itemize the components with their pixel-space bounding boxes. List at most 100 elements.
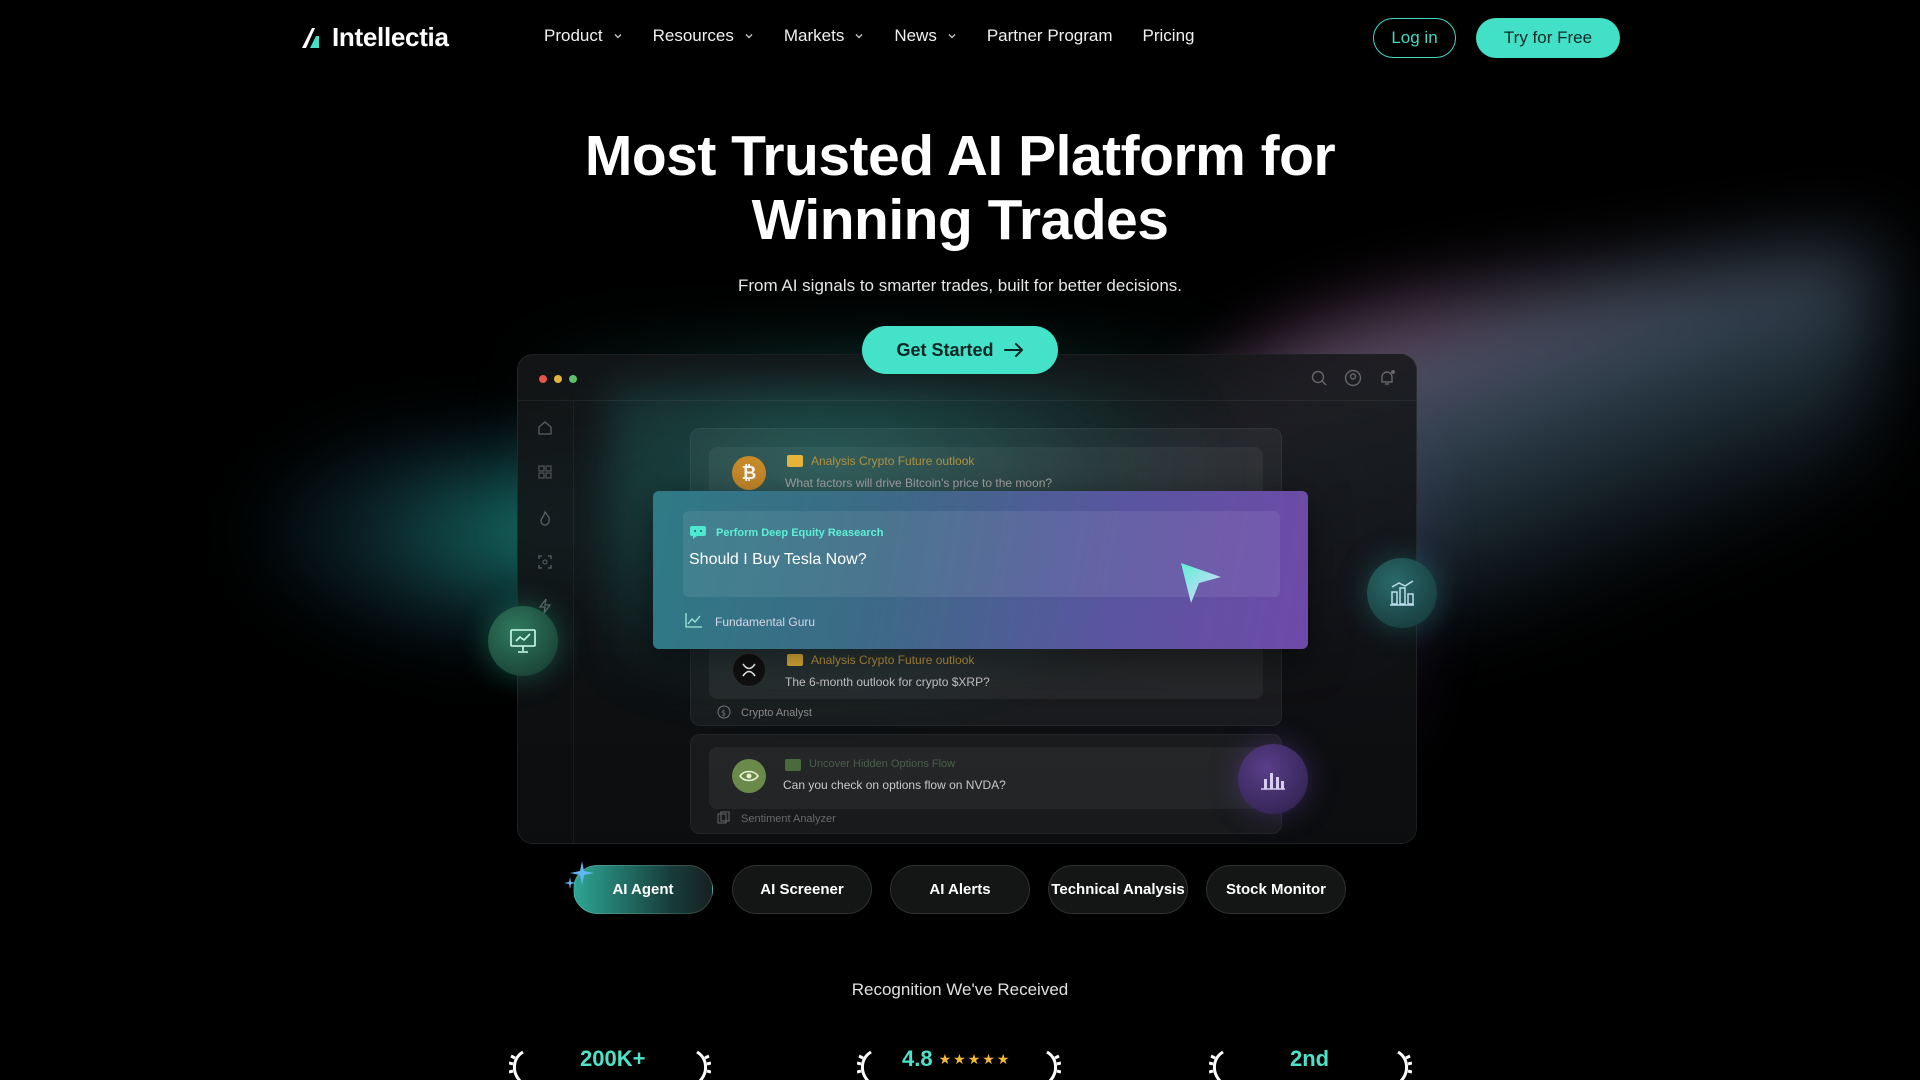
nav-label: Product xyxy=(544,26,603,45)
rating-stars: ★ ★ ★ ★ ★ xyxy=(939,1051,1010,1068)
chevron-down-icon xyxy=(614,34,622,39)
presentation-float-button[interactable] xyxy=(488,606,558,676)
star-icon: ★ xyxy=(938,1050,952,1067)
tab-label: Stock Monitor xyxy=(1226,881,1326,898)
chat-bubble-icon xyxy=(787,654,803,666)
main-nav: Product Resources Markets News Partner P… xyxy=(544,26,1224,46)
nav-resources[interactable]: Resources xyxy=(653,26,754,46)
chat-card-xrp[interactable]: Analysis Crypto Future outlook The 6-mon… xyxy=(690,640,1282,726)
award-value: 200K+ xyxy=(580,1046,646,1071)
card-tag: Analysis Crypto Future outlook xyxy=(811,653,975,667)
search-icon[interactable] xyxy=(1310,369,1328,387)
get-started-button[interactable]: Get Started xyxy=(862,326,1058,374)
site-header: Intellectia Product Resources Markets Ne… xyxy=(0,0,1920,76)
tab-label: AI Agent xyxy=(612,881,674,898)
tab-ai-alerts[interactable]: AI Alerts xyxy=(890,865,1030,914)
star-icon: ★ xyxy=(953,1050,966,1067)
scan-icon[interactable] xyxy=(536,553,554,571)
laurel-right-icon xyxy=(696,1050,711,1080)
chat-bubble-icon xyxy=(785,759,801,771)
award-users: 200K+ xyxy=(580,1046,645,1072)
tab-label: AI Alerts xyxy=(929,881,991,898)
tab-label: AI Screener xyxy=(760,881,844,898)
arrow-right-icon xyxy=(1003,343,1023,357)
star-icon: ★ xyxy=(982,1050,995,1067)
window-close-dot xyxy=(539,375,547,383)
card-question: Can you check on options flow on NVDA? xyxy=(783,778,1006,792)
chevron-down-icon xyxy=(745,34,753,39)
nav-label: Markets xyxy=(783,26,845,45)
card-question: The 6-month outlook for crypto $XRP? xyxy=(785,675,990,689)
nav-pricing[interactable]: Pricing xyxy=(1143,26,1195,46)
bitcoin-icon: ₿ xyxy=(732,456,766,490)
xrp-icon xyxy=(732,653,766,687)
card-footer: Crypto Analyst xyxy=(741,707,812,719)
user-icon[interactable] xyxy=(1344,369,1362,387)
card-tag: Uncover Hidden Options Flow xyxy=(809,758,956,770)
featured-chat-card[interactable]: Perform Deep Equity Reasearch Should I B… xyxy=(653,491,1308,649)
nav-label: Resources xyxy=(652,26,734,45)
chart-line-icon xyxy=(685,613,702,628)
hero-title: Most Trusted AI Platform for Winning Tra… xyxy=(0,124,1920,252)
window-maximize-dot xyxy=(569,375,577,383)
hero-title-line1: Most Trusted AI Platform for xyxy=(584,124,1336,188)
tab-technical-analysis[interactable]: Technical Analysis xyxy=(1048,865,1188,914)
laurel-left-icon xyxy=(1209,1050,1224,1080)
stats-float-button[interactable] xyxy=(1238,744,1308,814)
cursor-pointer-icon xyxy=(1181,563,1221,603)
hero-title-line2: Winning Trades xyxy=(751,188,1169,252)
chevron-down-icon xyxy=(948,34,956,39)
laurel-right-icon xyxy=(1046,1050,1061,1080)
chat-card-nvidia[interactable]: Uncover Hidden Options Flow Can you chec… xyxy=(690,734,1282,834)
get-started-label: Get Started xyxy=(896,339,994,360)
laurel-left-icon xyxy=(509,1050,524,1080)
copy-icon xyxy=(717,811,730,824)
star-icon: ★ xyxy=(996,1050,1010,1067)
nav-news[interactable]: News xyxy=(894,26,957,46)
award-rank: 2nd xyxy=(1290,1046,1329,1072)
nav-partner-program[interactable]: Partner Program xyxy=(987,26,1113,46)
brand-name: Intellectia xyxy=(332,22,449,52)
nvidia-icon xyxy=(732,759,766,793)
try-free-button[interactable]: Try for Free xyxy=(1476,18,1620,58)
column-chart-icon xyxy=(1261,773,1285,790)
star-icon: ★ xyxy=(967,1050,981,1067)
sparkle-icon xyxy=(564,861,594,889)
chat-bubble-icon xyxy=(787,455,803,467)
svg-text:$: $ xyxy=(721,709,726,718)
login-button[interactable]: Log in xyxy=(1373,18,1456,58)
logo-mark-icon xyxy=(302,27,319,48)
bell-icon[interactable] xyxy=(1378,369,1396,387)
coin-icon: $ xyxy=(717,705,731,719)
laurel-left-icon xyxy=(857,1050,872,1080)
card-question: What factors will drive Bitcoin's price … xyxy=(785,476,1053,490)
nav-label: Pricing xyxy=(1142,26,1195,45)
window-minimize-dot xyxy=(554,375,562,383)
hero-subtitle: From AI signals to smarter trades, built… xyxy=(737,276,1183,295)
nav-label: News xyxy=(894,26,937,45)
chevron-down-icon xyxy=(855,34,863,39)
nav-markets[interactable]: Markets xyxy=(784,26,864,46)
bar-chart-icon xyxy=(1390,580,1414,606)
logo[interactable]: Intellectia xyxy=(300,22,449,53)
laurel-right-icon xyxy=(1397,1050,1412,1080)
award-value: 2nd xyxy=(1290,1046,1330,1071)
tab-ai-screener[interactable]: AI Screener xyxy=(732,865,872,914)
nav-product[interactable]: Product xyxy=(544,26,623,46)
featured-footer: Fundamental Guru xyxy=(715,615,816,629)
grid-icon[interactable] xyxy=(536,463,554,481)
tab-stock-monitor[interactable]: Stock Monitor xyxy=(1206,865,1346,914)
award-rating: 4.8 ★ ★ ★ ★ ★ xyxy=(902,1046,1009,1072)
chat-card-bitcoin[interactable]: ₿ Analysis Crypto Future outlook What fa… xyxy=(690,428,1282,507)
card-footer: Sentiment Analyzer xyxy=(741,813,836,825)
featured-question: Should I Buy Tesla Now? xyxy=(689,551,867,568)
chat-bubble-icon xyxy=(690,526,706,539)
nav-label: Partner Program xyxy=(986,26,1113,45)
home-icon[interactable] xyxy=(536,419,554,437)
analytics-float-button[interactable] xyxy=(1367,558,1437,628)
featured-tag: Perform Deep Equity Reasearch xyxy=(716,527,884,539)
card-tag: Analysis Crypto Future outlook xyxy=(811,454,975,468)
award-value: 4.8 xyxy=(902,1046,933,1071)
flame-icon[interactable] xyxy=(536,509,554,527)
recognition-title: Recognition We've Received xyxy=(851,980,1069,999)
